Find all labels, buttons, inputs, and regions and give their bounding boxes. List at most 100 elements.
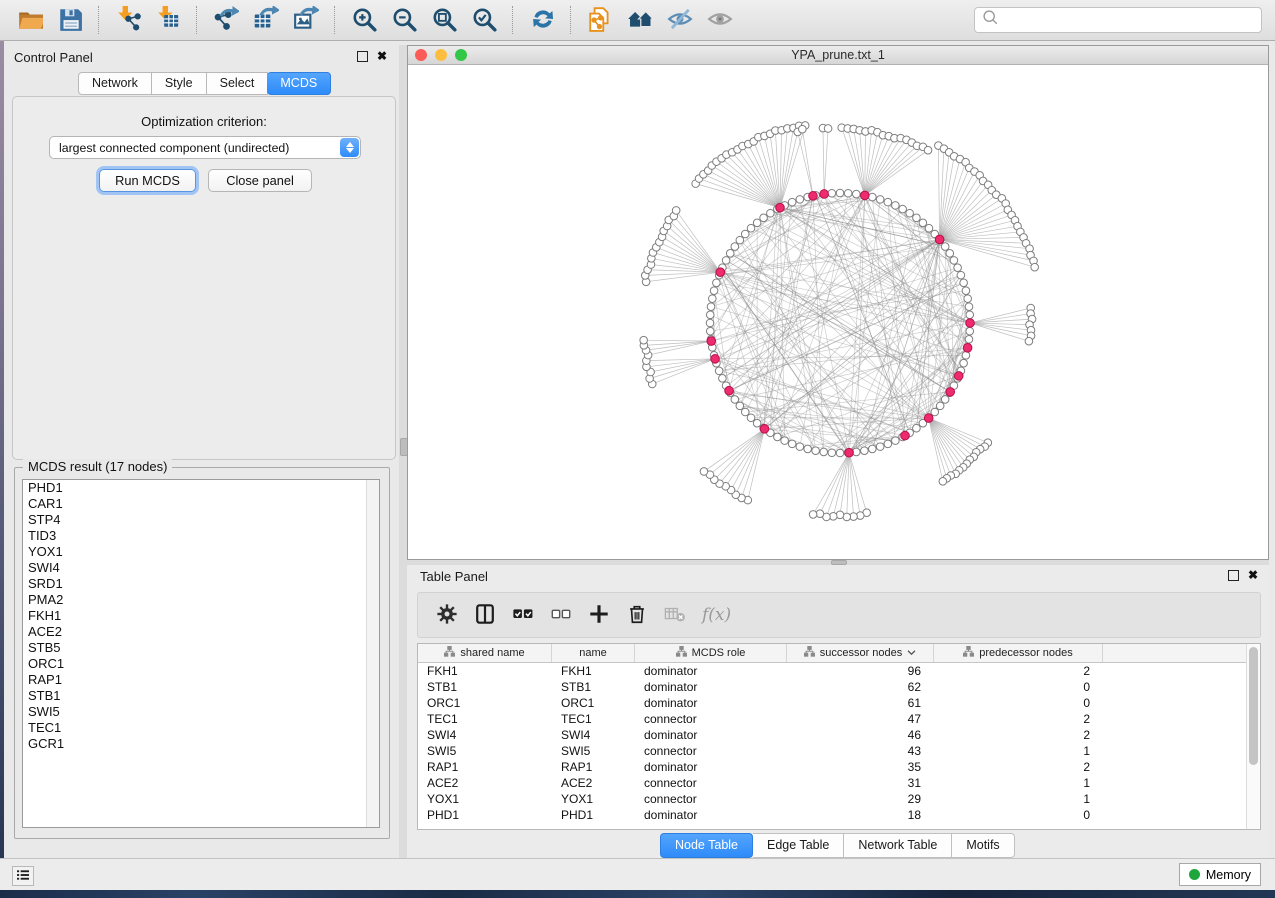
network-node[interactable] [774,433,782,441]
column-header-predecessor-nodes[interactable]: predecessor nodes [934,644,1103,662]
import-network-button[interactable] [111,4,145,36]
network-node[interactable] [836,449,844,457]
mcds-hub-node[interactable] [845,448,854,457]
network-node[interactable] [836,189,844,197]
mcds-hub-node[interactable] [963,344,972,353]
task-history-button[interactable] [12,866,34,886]
save-session-button[interactable] [53,4,87,36]
network-node[interactable] [924,146,932,154]
tab-motifs[interactable]: Motifs [952,833,1014,858]
export-image-button[interactable] [289,4,323,36]
network-node[interactable] [950,257,958,265]
mcds-hub-node[interactable] [954,372,963,381]
network-node[interactable] [962,352,970,360]
network-graph-canvas[interactable] [408,64,1268,559]
network-window-titlebar[interactable]: YPA_prune.txt_1 [408,46,1268,65]
table-scrollbar-thumb[interactable] [1249,647,1258,765]
table-row[interactable]: ACE2ACE2connector311 [418,775,1249,791]
network-node[interactable] [941,396,949,404]
network-node[interactable] [965,303,973,311]
mcds-hub-node[interactable] [725,386,734,395]
network-node[interactable] [672,207,680,215]
tab-node-table[interactable]: Node Table [660,833,753,858]
function-builder-button[interactable]: f(x) [702,605,731,625]
mcds-result-item[interactable]: TID3 [23,528,379,544]
mcds-result-item[interactable]: ACE2 [23,624,379,640]
mcds-hub-node[interactable] [760,425,769,434]
criterion-select[interactable]: largest connected component (undirected) [49,136,361,159]
network-node[interactable] [760,214,768,222]
network-node[interactable] [767,209,775,217]
table-scrollbar[interactable] [1246,644,1260,829]
table-row[interactable]: STB1STB1dominator620 [418,679,1249,695]
tab-select[interactable]: Select [207,72,269,95]
network-node[interactable] [820,448,828,456]
network-node[interactable] [706,311,714,319]
new-network-from-selection-button[interactable] [583,4,617,36]
network-node[interactable] [796,196,804,204]
float-panel-icon[interactable] [357,51,368,62]
network-node[interactable] [1025,337,1033,345]
network-node[interactable] [931,408,939,416]
mcds-result-item[interactable]: SWI4 [23,560,379,576]
mcds-result-item[interactable]: YOX1 [23,544,379,560]
network-node[interactable] [960,359,968,367]
zoom-out-button[interactable] [387,4,421,36]
network-node[interactable] [946,250,954,258]
table-row[interactable]: ORC1ORC1dominator610 [418,695,1249,711]
network-node[interactable] [844,189,852,197]
hide-selected-button[interactable] [663,4,697,36]
network-node[interactable] [788,198,796,206]
network-node[interactable] [799,125,807,133]
column-header-MCDS-role[interactable]: MCDS role [635,644,787,662]
mcds-result-item[interactable]: SWI5 [23,704,379,720]
network-node[interactable] [852,190,860,198]
network-node[interactable] [753,419,761,427]
network-node[interactable] [741,408,749,416]
column-header-name[interactable]: name [552,644,635,662]
network-node[interactable] [706,327,714,335]
mcds-result-item[interactable]: STP4 [23,512,379,528]
close-table-panel-icon[interactable]: ✖ [1248,571,1258,580]
mcds-hub-node[interactable] [711,355,720,364]
network-node[interactable] [925,224,933,232]
network-node[interactable] [966,327,974,335]
tab-mcds[interactable]: MCDS [267,72,331,95]
network-node[interactable] [747,414,755,422]
network-node[interactable] [753,219,761,227]
mcds-result-item[interactable]: STB5 [23,640,379,656]
mcds-result-item[interactable]: RAP1 [23,672,379,688]
network-node[interactable] [939,478,947,486]
search-box[interactable] [974,7,1262,33]
clear-all-checkboxes-button[interactable] [546,600,576,630]
network-node[interactable] [828,189,836,197]
network-node[interactable] [731,243,739,251]
network-node[interactable] [796,443,804,451]
network-node[interactable] [869,445,877,453]
delete-table-button[interactable] [660,600,690,630]
network-node[interactable] [710,287,718,295]
delete-column-button[interactable] [622,600,652,630]
float-table-panel-icon[interactable] [1228,570,1239,581]
network-node[interactable] [1031,263,1039,271]
network-node[interactable] [741,230,749,238]
select-all-checkboxes-button[interactable] [508,600,538,630]
mcds-result-item[interactable]: SRD1 [23,576,379,592]
memory-button[interactable]: Memory [1179,863,1261,886]
network-node[interactable] [964,295,972,303]
network-node[interactable] [941,243,949,251]
export-table-button[interactable] [249,4,283,36]
import-table-button[interactable] [151,4,185,36]
network-node[interactable] [828,449,836,457]
vertical-splitter[interactable] [399,45,407,858]
mcds-result-item[interactable]: PMA2 [23,592,379,608]
network-node[interactable] [812,447,820,455]
network-node[interactable] [788,440,796,448]
network-node[interactable] [722,257,730,265]
network-node[interactable] [726,250,734,258]
network-node[interactable] [936,402,944,410]
mcds-hub-node[interactable] [707,337,716,346]
run-mcds-button[interactable]: Run MCDS [99,169,196,192]
mcds-hub-node[interactable] [716,268,725,277]
network-node[interactable] [913,214,921,222]
